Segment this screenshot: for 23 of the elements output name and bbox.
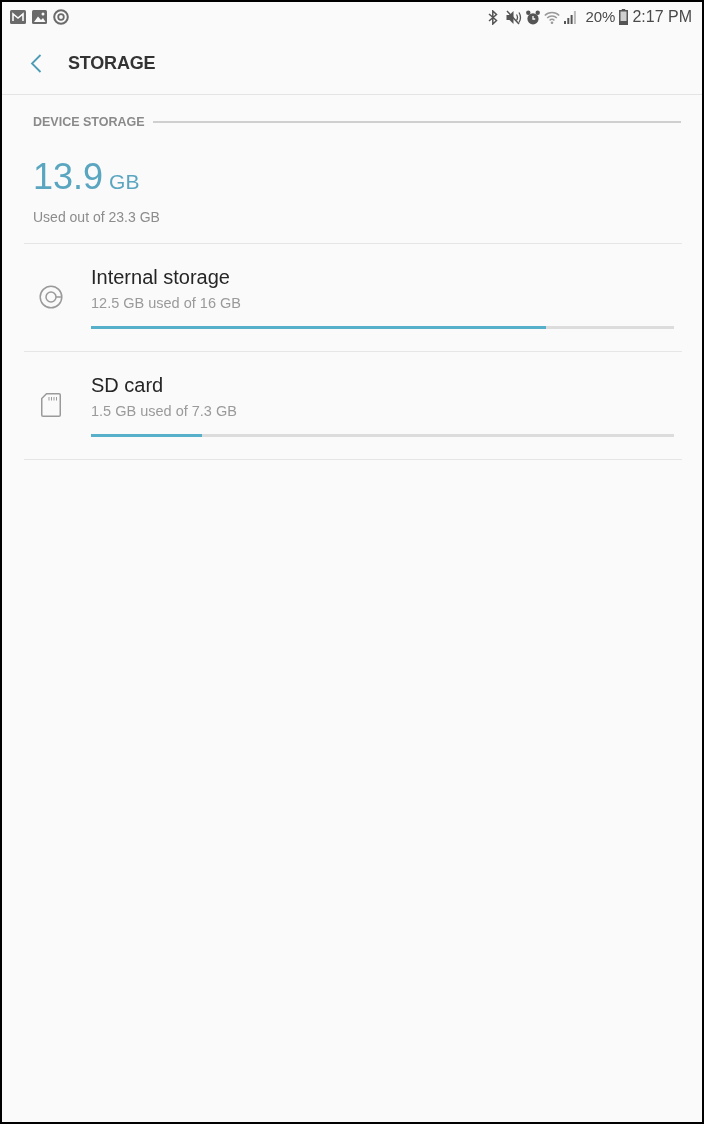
used-unit: GB [109,169,140,195]
wifi-icon [544,10,561,24]
image-icon [32,10,47,24]
page-title: STORAGE [68,52,156,74]
muted-speaker-icon [506,9,523,25]
disc-icon [39,285,63,309]
alarm-icon [526,9,541,25]
signal-icon [564,10,577,24]
used-amount: 13.9 [33,157,104,197]
sd-card-icon [41,393,61,417]
bluetooth-icon [488,9,499,25]
storage-name[interactable]: Internal storage [91,265,674,289]
used-caption: Used out of 23.3 GB [33,208,161,226]
mail-icon [10,10,26,24]
target-icon [53,9,69,25]
clock-time: 2:17 PM [632,8,692,26]
storage-usage: 1.5 GB used of 7.3 GB [91,402,238,420]
battery-percent: 20% [585,8,616,26]
storage-usage: 12.5 GB used of 16 GB [91,294,242,312]
back-icon [30,53,42,73]
section-header: DEVICE STORAGE [33,115,145,129]
storage-name[interactable]: SD card [91,373,674,397]
battery-icon [619,9,629,25]
